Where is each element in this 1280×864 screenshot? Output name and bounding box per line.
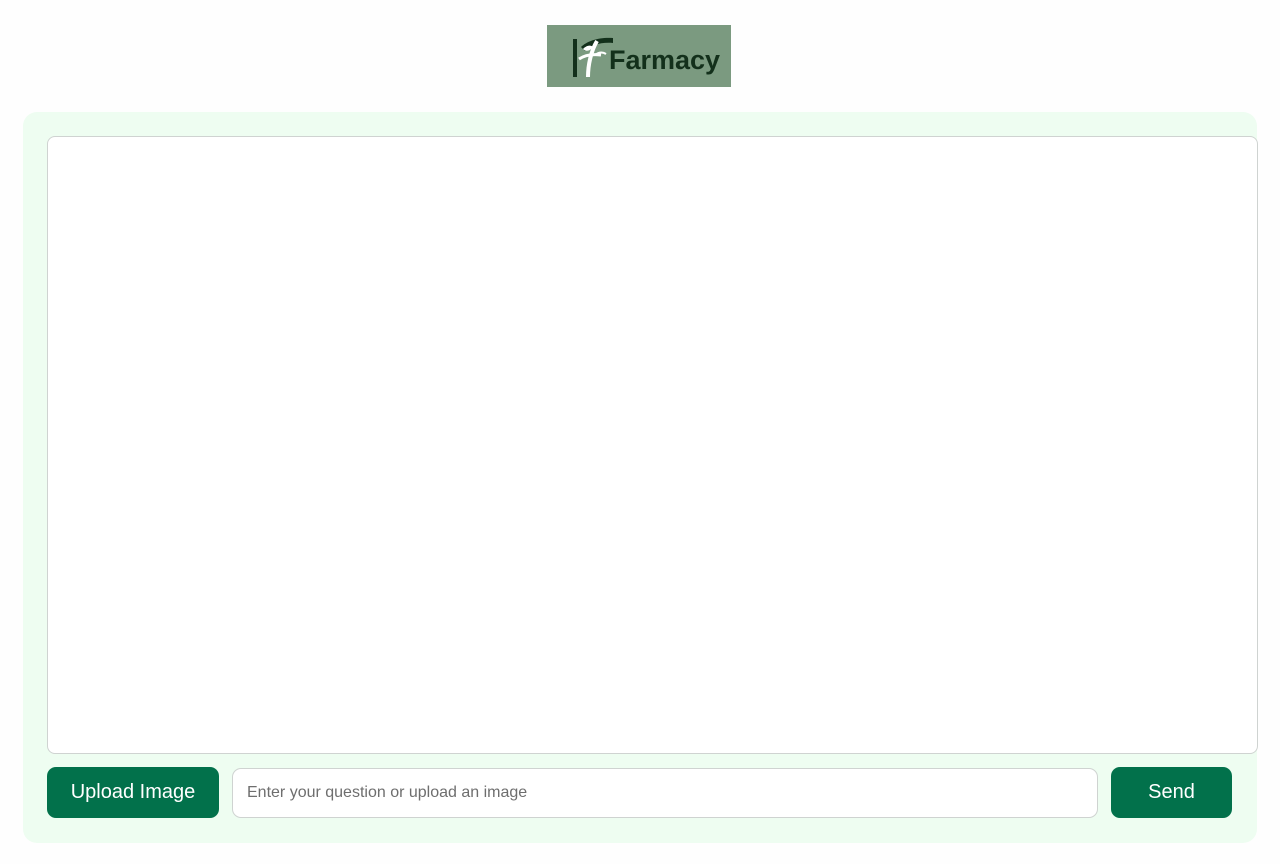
upload-image-button[interactable]: Upload Image <box>47 767 219 818</box>
question-input[interactable] <box>232 768 1098 818</box>
chat-messages-area[interactable] <box>47 136 1258 754</box>
send-button[interactable]: Send <box>1111 767 1232 818</box>
leaf-sprout-icon: Farmacy <box>573 37 720 78</box>
logo-text: Farmacy <box>609 45 720 75</box>
farmacy-logo: Farmacy <box>547 25 731 87</box>
page: Farmacy Upload Image Send <box>0 0 1280 864</box>
